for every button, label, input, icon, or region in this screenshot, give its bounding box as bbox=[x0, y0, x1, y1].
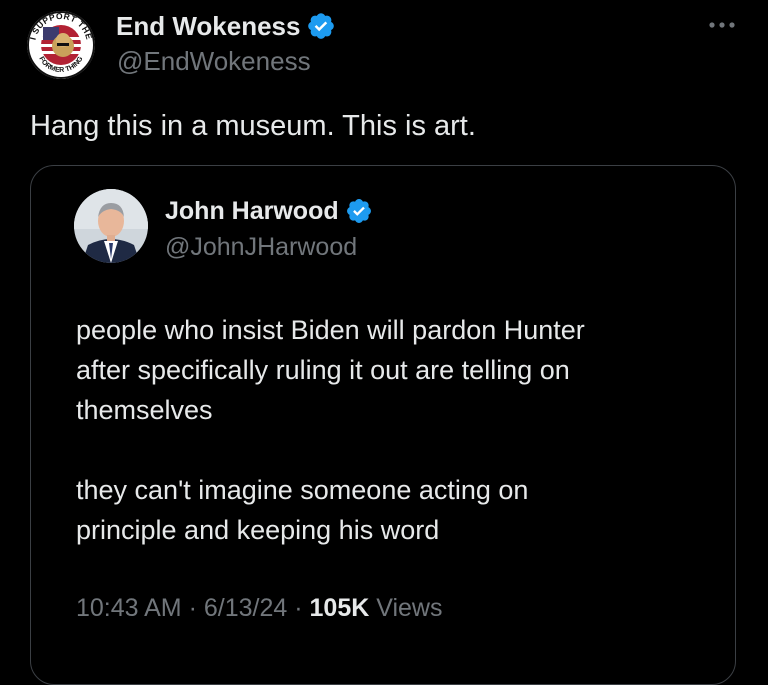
quoted-tweet-paragraph: people who insist Biden will pardon Hunt… bbox=[76, 315, 585, 425]
verified-badge-icon bbox=[308, 13, 335, 39]
quoted-author-handle[interactable]: @JohnJHarwood bbox=[165, 230, 357, 264]
quoted-author-avatar-image bbox=[74, 189, 148, 263]
author-name-text: End Wokeness bbox=[116, 11, 301, 41]
meta-separator: · bbox=[188, 594, 197, 622]
ellipsis-icon bbox=[709, 22, 735, 28]
quoted-tweet-paragraph: they can't imagine someone acting on pri… bbox=[76, 475, 529, 545]
tweet-time[interactable]: 10:43 AM bbox=[76, 594, 182, 622]
author-name[interactable]: End Wokeness bbox=[116, 8, 336, 44]
views-count: 105K bbox=[309, 594, 370, 622]
meta-separator: · bbox=[294, 594, 303, 622]
quoted-author-name-text: John Harwood bbox=[165, 197, 339, 225]
views-label: Views bbox=[376, 594, 443, 622]
more-options-button[interactable] bbox=[704, 10, 740, 40]
tweet-date[interactable]: 6/13/24 bbox=[204, 594, 287, 622]
author-avatar-image: I SUPPORT THE FORMER THING bbox=[27, 11, 95, 79]
author-handle[interactable]: @EndWokeness bbox=[117, 44, 311, 78]
author-avatar[interactable]: I SUPPORT THE FORMER THING bbox=[26, 10, 96, 80]
tweet-text: Hang this in a museum. This is art. bbox=[30, 110, 476, 142]
quoted-tweet-body: people who insist Biden will pardon Hunt… bbox=[76, 310, 716, 550]
quoted-author-avatar[interactable] bbox=[74, 189, 148, 263]
quoted-author-name[interactable]: John Harwood bbox=[165, 194, 373, 228]
verified-badge-icon bbox=[346, 199, 371, 223]
quoted-tweet-meta: 10:43 AM · 6/13/24 · 105K Views bbox=[76, 590, 443, 626]
